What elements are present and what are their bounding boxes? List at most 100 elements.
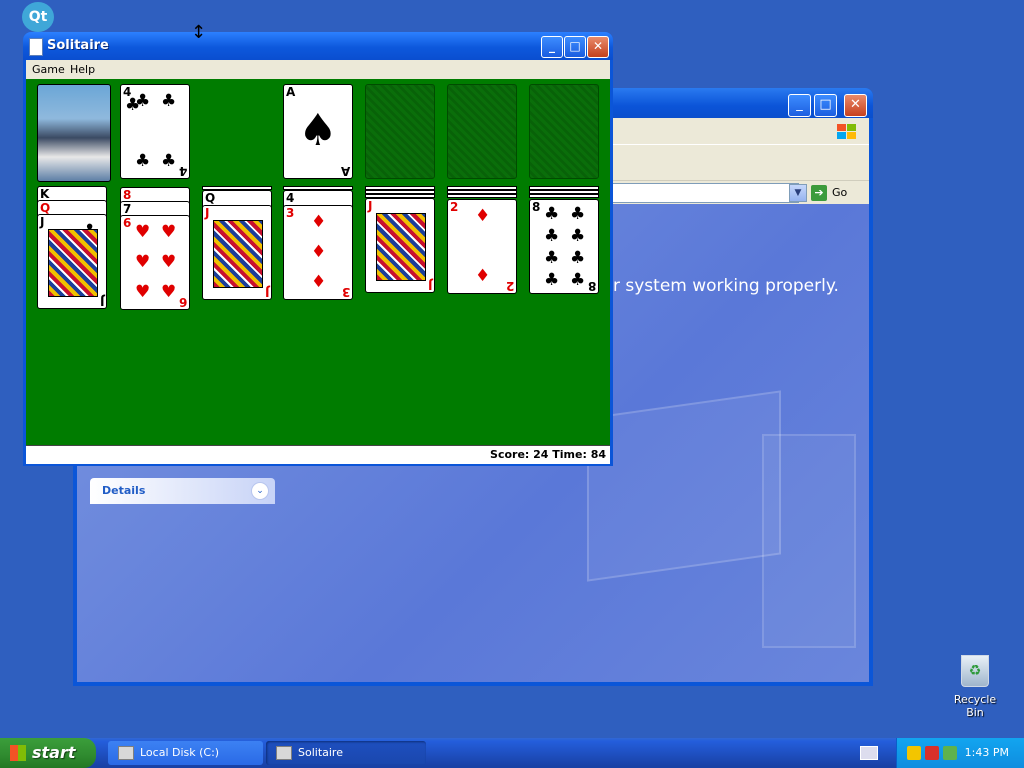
monitor-watermark	[587, 390, 781, 582]
club-icon: ♣	[135, 91, 151, 111]
close-icon[interactable]: ✕	[587, 36, 609, 58]
status-bar: Score: 24 Time: 84	[26, 445, 610, 464]
recycle-bin-icon: ♻	[961, 655, 989, 687]
tableau-card[interactable]: J ♣ J	[37, 214, 107, 309]
heart-icon: ♥	[135, 252, 151, 272]
card-rank: 8	[123, 188, 132, 202]
solitaire-titlebar[interactable]: Solitaire _ □ ✕	[23, 32, 613, 60]
heart-icon: ♥	[135, 282, 151, 302]
foundation-ace-spades[interactable]: A ♠ A	[283, 84, 353, 179]
heart-icon: ♥	[135, 222, 151, 242]
score-time-text: Score: 24 Time: 84	[490, 448, 606, 461]
solitaire-app-icon	[29, 38, 43, 56]
card-rank: J	[205, 206, 210, 220]
maximize-icon[interactable]: □	[564, 36, 586, 58]
card-rank: J	[427, 278, 432, 292]
tableau-card[interactable]: J J	[365, 198, 435, 293]
stock-pile[interactable]	[37, 84, 111, 182]
network-icon[interactable]	[943, 746, 957, 760]
tower-watermark	[762, 434, 856, 648]
maximize-icon[interactable]: □	[814, 94, 837, 117]
club-icon: ♣	[135, 151, 151, 171]
card-rank: K	[40, 187, 50, 201]
card-rank: J	[264, 285, 269, 299]
card-rank: 8	[587, 279, 596, 293]
tableau-card[interactable]: 3 ♦ ♦ ♦ 3	[283, 205, 353, 300]
close-icon[interactable]: ✕	[844, 94, 867, 117]
card-rank: J	[368, 199, 373, 213]
content-text: r system working properly.	[613, 276, 839, 296]
foundation-slot-empty[interactable]	[447, 84, 517, 179]
card-rank: J	[40, 215, 45, 229]
drive-icon	[118, 746, 134, 760]
menu-help[interactable]: Help	[70, 63, 95, 76]
waste-card[interactable]: 4 ♣ ♣ ♣ ♣ ♣ 4	[120, 84, 190, 179]
diamond-icon: ♦	[475, 266, 491, 286]
jack-face-icon	[213, 220, 263, 288]
card-rank: 4	[286, 191, 295, 205]
card-rank: Q	[40, 201, 51, 215]
diamond-icon: ♦	[311, 242, 327, 262]
diamond-icon: ♦	[311, 212, 327, 232]
taskbar-item-label: Solitaire	[298, 746, 343, 759]
club-icon: ♣	[161, 91, 177, 111]
clock: 1:43 PM	[964, 746, 1009, 759]
game-board[interactable]: 4 ♣ ♣ ♣ ♣ ♣ 4 A ♠ A K Q J J 8 7 6 ♥ ♥ ♥ …	[26, 79, 610, 445]
go-arrow-icon: ➔	[811, 185, 827, 201]
club-icon: ♣	[544, 248, 560, 268]
recycle-bin-desktop-icon[interactable]: ♻ Recycle Bin	[944, 655, 1006, 719]
card-rank: 6	[123, 216, 132, 230]
club-icon: ♣	[570, 204, 586, 224]
go-label: Go	[832, 186, 848, 199]
taskbar-item-label: Local Disk (C:)	[140, 746, 220, 759]
security-shield-icon[interactable]	[907, 746, 921, 760]
taskbar-item-local-disk[interactable]: Local Disk (C:)	[108, 741, 263, 765]
window-title: Solitaire	[47, 38, 109, 53]
foundation-slot-empty[interactable]	[529, 84, 599, 179]
start-label: start	[32, 743, 76, 762]
tableau-card[interactable]: 8 ♣ ♣ ♣ ♣ ♣ ♣ ♣ ♣ 8	[529, 199, 599, 294]
club-icon: ♣	[544, 270, 560, 290]
minimize-icon[interactable]: _	[788, 94, 811, 117]
minimize-icon[interactable]: _	[541, 36, 563, 58]
taskbar-item-solitaire[interactable]: Solitaire	[266, 741, 426, 765]
facedown-card	[529, 194, 599, 198]
tableau-card[interactable]: 6 ♥ ♥ ♥ ♥ ♥ ♥ 6	[120, 215, 190, 310]
details-label: Details	[102, 484, 146, 497]
diamond-icon: ♦	[475, 206, 491, 226]
facedown-card	[447, 194, 517, 198]
alert-shield-icon[interactable]	[925, 746, 939, 760]
qt-desktop-icon[interactable]: Qt	[22, 2, 54, 32]
resize-cursor-icon: ↕	[191, 22, 207, 43]
card-rank: 2	[450, 200, 459, 214]
diamond-icon: ♦	[311, 272, 327, 292]
windows-flag-icon	[10, 745, 26, 761]
foundation-slot-empty[interactable]	[365, 84, 435, 179]
go-button[interactable]: ➔ Go	[811, 183, 861, 203]
chevron-down-icon[interactable]: ▼	[789, 184, 807, 202]
jack-face-icon	[376, 213, 426, 281]
card-rank: Q	[205, 191, 216, 205]
spade-icon: ♠	[298, 105, 338, 156]
card-rank: 2	[505, 279, 514, 293]
keyboard-icon[interactable]	[860, 746, 878, 760]
menu-game[interactable]: Game	[32, 63, 65, 76]
jack-face-icon	[48, 229, 98, 297]
solitaire-menubar: Game Help	[26, 60, 610, 79]
card-rank: 4	[178, 164, 187, 178]
heart-icon: ♥	[161, 252, 177, 272]
start-button[interactable]: start	[0, 738, 96, 768]
card-rank: 3	[341, 285, 350, 299]
club-icon: ♣	[570, 248, 586, 268]
taskbar: start Local Disk (C:) Solitaire 1:43 PM	[0, 738, 1024, 768]
chevron-double-down-icon[interactable]: ⌄	[251, 482, 269, 500]
tableau-card[interactable]: 2 ♦ ♦ 2	[447, 199, 517, 294]
heart-icon: ♥	[161, 222, 177, 242]
desktop: Qt _ □ ✕ ▼ ➔ Go r system working properl…	[0, 0, 1024, 738]
tableau-card[interactable]: J J	[202, 205, 272, 300]
system-tray: 1:43 PM	[896, 738, 1024, 768]
details-panel[interactable]: Details ⌄	[90, 478, 275, 504]
card-rank: A	[340, 164, 350, 178]
card-rank: 6	[178, 295, 187, 309]
solitaire-window[interactable]: Solitaire _ □ ✕ Game Help 4 ♣ ♣ ♣ ♣ ♣ 4	[23, 32, 613, 466]
